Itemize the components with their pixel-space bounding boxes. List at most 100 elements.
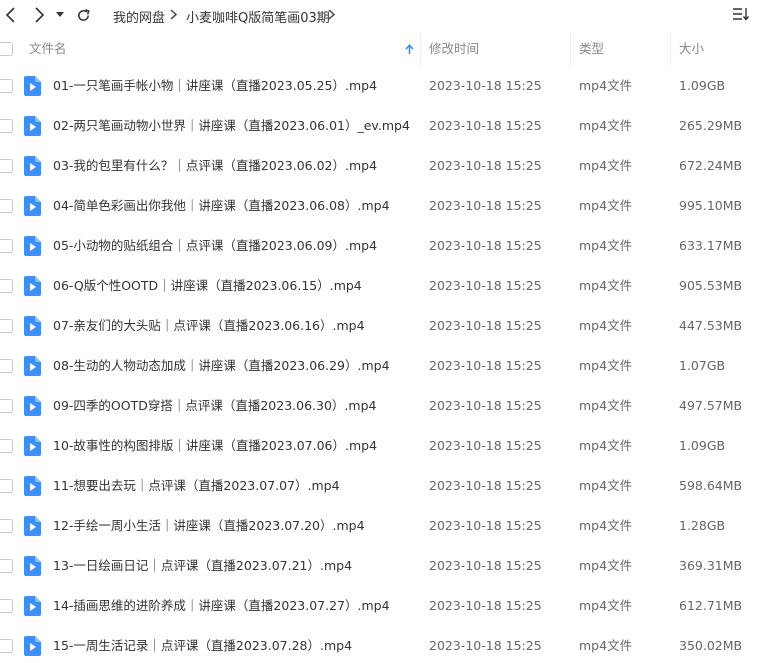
file-row[interactable]: 08-生动的人物动态加成｜讲座课（直播2023.06.29）.mp4 2023-1… xyxy=(0,346,758,386)
video-file-icon xyxy=(24,636,41,656)
file-name[interactable]: 06-Q版个性OOTD｜讲座课（直播2023.06.15）.mp4 xyxy=(53,266,362,306)
file-size: 1.09GB xyxy=(679,438,726,453)
file-row[interactable]: 13-一日绘画日记｜点评课（直播2023.07.21）.mp4 2023-10-1… xyxy=(0,546,758,586)
file-size: 905.53MB xyxy=(679,278,743,293)
file-row[interactable]: 04-简单色彩画出你我他｜讲座课（直播2023.06.08）.mp4 2023-1… xyxy=(0,186,758,226)
file-modified-time: 2023-10-18 15:25 xyxy=(429,438,542,453)
file-modified-time: 2023-10-18 15:25 xyxy=(429,318,542,333)
column-header-size[interactable]: 大小 xyxy=(679,32,704,66)
column-header-modified[interactable]: 修改时间 xyxy=(429,32,479,66)
row-checkbox[interactable] xyxy=(0,479,13,493)
file-size: 598.64MB xyxy=(679,478,743,493)
file-name[interactable]: 03-我的包里有什么？｜点评课（直播2023.06.02）.mp4 xyxy=(53,146,377,186)
file-name[interactable]: 10-故事性的构图排版｜讲座课（直播2023.07.06）.mp4 xyxy=(53,426,377,466)
file-size: 612.71MB xyxy=(679,598,743,613)
row-checkbox[interactable] xyxy=(0,439,13,453)
row-checkbox[interactable] xyxy=(0,119,13,133)
file-name[interactable]: 08-生动的人物动态加成｜讲座课（直播2023.06.29）.mp4 xyxy=(53,346,390,386)
file-row[interactable]: 12-手绘一周小生活｜讲座课（直播2023.07.20）.mp4 2023-10-… xyxy=(0,506,758,546)
chevron-right-icon[interactable] xyxy=(28,4,50,26)
row-checkbox[interactable] xyxy=(0,599,13,613)
file-name[interactable]: 14-插画思维的进阶养成｜讲座课（直播2023.07.27）.mp4 xyxy=(53,586,390,626)
file-name[interactable]: 13-一日绘画日记｜点评课（直播2023.07.21）.mp4 xyxy=(53,546,352,586)
video-file-icon xyxy=(24,436,41,456)
file-name[interactable]: 01-一只笔画手帐小物｜讲座课（直播2023.05.25）.mp4 xyxy=(53,66,377,106)
file-type: mp4文件 xyxy=(579,518,633,533)
file-modified-time: 2023-10-18 15:25 xyxy=(429,598,542,613)
column-divider xyxy=(570,32,571,66)
file-row[interactable]: 05-小动物的贴纸组合｜点评课（直播2023.06.09）.mp4 2023-10… xyxy=(0,226,758,266)
file-name[interactable]: 04-简单色彩画出你我他｜讲座课（直播2023.06.08）.mp4 xyxy=(53,186,390,226)
file-row[interactable]: 09-四季的OOTD穿搭｜点评课（直播2023.06.30）.mp4 2023-1… xyxy=(0,386,758,426)
video-file-icon xyxy=(24,76,41,96)
file-row[interactable]: 14-插画思维的进阶养成｜讲座课（直播2023.07.27）.mp4 2023-1… xyxy=(0,586,758,626)
video-file-icon xyxy=(24,316,41,336)
file-type: mp4文件 xyxy=(579,598,633,613)
file-size: 497.57MB xyxy=(679,398,743,413)
file-type: mp4文件 xyxy=(579,198,633,213)
row-checkbox[interactable] xyxy=(0,639,13,653)
file-type: mp4文件 xyxy=(579,438,633,453)
file-type: mp4文件 xyxy=(579,278,633,293)
chevron-right-icon xyxy=(328,9,336,24)
file-type: mp4文件 xyxy=(579,318,633,333)
file-name[interactable]: 09-四季的OOTD穿搭｜点评课（直播2023.06.30）.mp4 xyxy=(53,386,376,426)
column-divider xyxy=(420,32,421,66)
video-file-icon xyxy=(24,476,41,496)
file-name[interactable]: 15-一周生活记录｜点评课（直播2023.07.28）.mp4 xyxy=(53,626,352,663)
file-modified-time: 2023-10-18 15:25 xyxy=(429,158,542,173)
row-checkbox[interactable] xyxy=(0,79,13,93)
file-row[interactable]: 03-我的包里有什么？｜点评课（直播2023.06.02）.mp4 2023-10… xyxy=(0,146,758,186)
caret-down-icon[interactable] xyxy=(52,4,68,26)
row-checkbox[interactable] xyxy=(0,239,13,253)
video-file-icon xyxy=(24,356,41,376)
video-file-icon xyxy=(24,556,41,576)
sort-menu-icon[interactable] xyxy=(732,6,752,24)
row-checkbox[interactable] xyxy=(0,559,13,573)
video-file-icon xyxy=(24,116,41,136)
file-row[interactable]: 11-想要出去玩｜点评课（直播2023.07.07）.mp4 2023-10-18… xyxy=(0,466,758,506)
file-size: 350.02MB xyxy=(679,638,743,653)
row-checkbox[interactable] xyxy=(0,279,13,293)
file-type: mp4文件 xyxy=(579,238,633,253)
file-row[interactable]: 07-亲友们的大头贴｜点评课（直播2023.06.16）.mp4 2023-10-… xyxy=(0,306,758,346)
file-row[interactable]: 06-Q版个性OOTD｜讲座课（直播2023.06.15）.mp4 2023-10… xyxy=(0,266,758,306)
file-name[interactable]: 02-两只笔画动物小世界｜讲座课（直播2023.06.01）_ev.mp4 xyxy=(53,106,410,146)
file-size: 265.29MB xyxy=(679,118,743,133)
row-checkbox[interactable] xyxy=(0,319,13,333)
breadcrumb-root[interactable]: 我的网盘 xyxy=(113,7,165,26)
file-modified-time: 2023-10-18 15:25 xyxy=(429,78,542,93)
refresh-icon[interactable] xyxy=(72,4,94,26)
file-row[interactable]: 01-一只笔画手帐小物｜讲座课（直播2023.05.25）.mp4 2023-10… xyxy=(0,66,758,106)
column-divider xyxy=(670,32,671,66)
chevron-right-icon xyxy=(170,9,178,24)
row-checkbox[interactable] xyxy=(0,519,13,533)
file-modified-time: 2023-10-18 15:25 xyxy=(429,478,542,493)
row-checkbox[interactable] xyxy=(0,399,13,413)
select-all-checkbox[interactable] xyxy=(0,42,13,56)
sort-ascending-icon[interactable] xyxy=(405,32,414,66)
video-file-icon xyxy=(24,276,41,296)
column-header-name[interactable]: 文件名 xyxy=(29,32,67,66)
file-type: mp4文件 xyxy=(579,478,633,493)
video-file-icon xyxy=(24,156,41,176)
file-modified-time: 2023-10-18 15:25 xyxy=(429,278,542,293)
column-header-type[interactable]: 类型 xyxy=(579,32,604,66)
file-name[interactable]: 12-手绘一周小生活｜讲座课（直播2023.07.20）.mp4 xyxy=(53,506,365,546)
chevron-left-icon[interactable] xyxy=(0,4,22,26)
file-name[interactable]: 11-想要出去玩｜点评课（直播2023.07.07）.mp4 xyxy=(53,466,340,506)
file-name[interactable]: 05-小动物的贴纸组合｜点评课（直播2023.06.09）.mp4 xyxy=(53,226,377,266)
file-row[interactable]: 02-两只笔画动物小世界｜讲座课（直播2023.06.01）_ev.mp4 202… xyxy=(0,106,758,146)
file-modified-time: 2023-10-18 15:25 xyxy=(429,118,542,133)
breadcrumb-current[interactable]: 小麦咖啡Q版简笔画03期 xyxy=(186,7,330,26)
file-row[interactable]: 10-故事性的构图排版｜讲座课（直播2023.07.06）.mp4 2023-10… xyxy=(0,426,758,466)
video-file-icon xyxy=(24,516,41,536)
row-checkbox[interactable] xyxy=(0,199,13,213)
file-size: 1.28GB xyxy=(679,518,726,533)
video-file-icon xyxy=(24,196,41,216)
file-row[interactable]: 15-一周生活记录｜点评课（直播2023.07.28）.mp4 2023-10-1… xyxy=(0,626,758,663)
row-checkbox[interactable] xyxy=(0,359,13,373)
file-modified-time: 2023-10-18 15:25 xyxy=(429,238,542,253)
row-checkbox[interactable] xyxy=(0,159,13,173)
file-name[interactable]: 07-亲友们的大头贴｜点评课（直播2023.06.16）.mp4 xyxy=(53,306,365,346)
